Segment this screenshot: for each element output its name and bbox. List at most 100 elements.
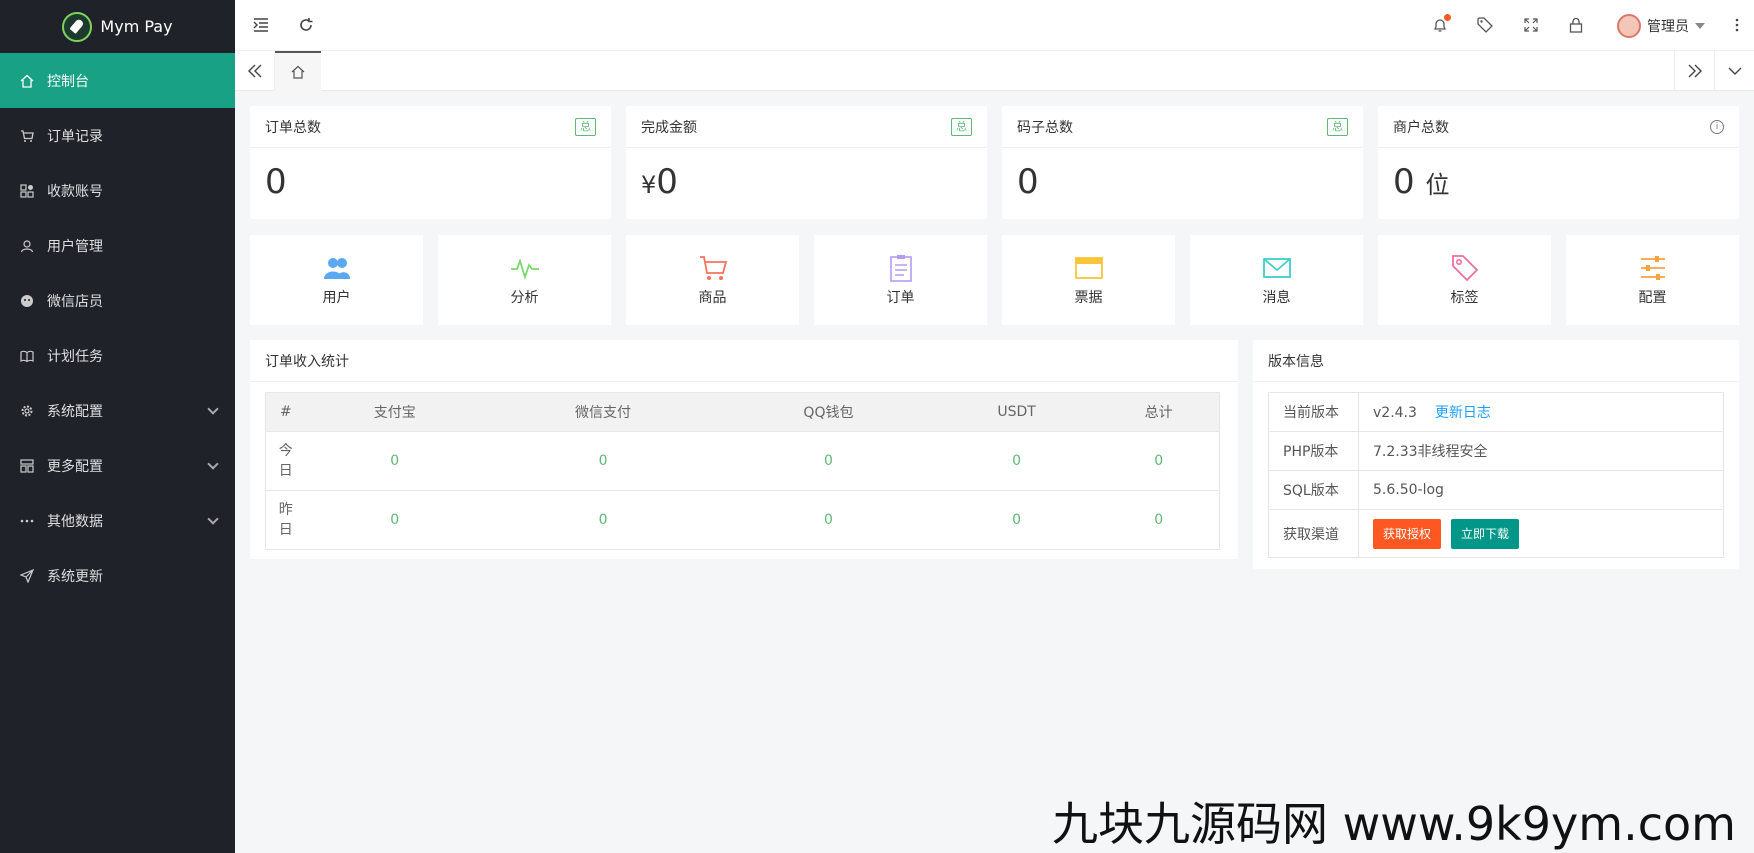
sidebar-item-label: 其他数据	[47, 513, 103, 530]
lock-icon[interactable]	[1567, 16, 1585, 34]
table-row: 获取渠道 获取授权 立即下载	[1268, 509, 1724, 558]
home-icon	[291, 65, 305, 79]
sidebar-item-system-config[interactable]: 系统配置	[0, 383, 235, 438]
shortcut-label: 配置	[1638, 290, 1667, 306]
fullscreen-icon[interactable]	[1522, 16, 1540, 34]
table-header-row: # 支付宝 微信支付 QQ钱包 USDT 总计	[265, 392, 1220, 432]
row-label: 今日	[265, 431, 306, 491]
shortcut-orders[interactable]: 订单	[814, 235, 987, 325]
table-cell: 0	[1098, 431, 1220, 491]
sidebar-item-label: 更多配置	[47, 458, 103, 475]
changelog-link[interactable]: 更新日志	[1435, 405, 1491, 421]
sliders-icon	[1640, 256, 1665, 280]
sidebar-item-tasks[interactable]: 计划任务	[0, 328, 235, 383]
apps-icon	[20, 183, 34, 198]
stat-title: 码子总数	[1017, 119, 1073, 136]
rocket-icon	[62, 11, 93, 42]
sidebar-item-accounts[interactable]: 收款账号	[0, 163, 235, 218]
column-header: QQ钱包	[722, 392, 935, 432]
tab-home[interactable]	[275, 51, 321, 91]
tabs-menu-dropdown-icon[interactable]	[1714, 51, 1754, 91]
cart-icon	[20, 129, 34, 143]
sidebar-item-label: 用户管理	[47, 238, 103, 255]
admin-menu[interactable]: 管理员	[1617, 14, 1705, 38]
sidebar-item-label: 计划任务	[47, 348, 103, 365]
menu-collapse-icon[interactable]	[252, 16, 270, 34]
total-badge: 总	[1327, 117, 1348, 136]
sidebar-item-system-update[interactable]: 系统更新	[0, 548, 235, 603]
stat-value: 0	[1017, 162, 1039, 202]
home-icon	[20, 74, 34, 88]
shortcut-label: 标签	[1450, 290, 1479, 306]
shortcut-label: 票据	[1074, 290, 1103, 306]
tabs-scroll-left-icon[interactable]	[235, 51, 275, 91]
sidebar-item-label: 微信店员	[47, 293, 103, 310]
row-label: 昨日	[265, 490, 306, 550]
sidebar-item-other-data[interactable]: 其他数据	[0, 493, 235, 548]
admin-name: 管理员	[1647, 19, 1689, 35]
sidebar-item-dashboard[interactable]: 控制台	[0, 53, 235, 108]
shortcut-users[interactable]: 用户	[250, 235, 423, 325]
tab-bar	[235, 51, 1754, 91]
sidebar-item-users[interactable]: 用户管理	[0, 218, 235, 273]
table-cell: 0	[305, 490, 485, 550]
panel-title: 版本信息	[1253, 340, 1739, 382]
stat-card-merchants: 商户总数 i 0 位	[1378, 106, 1739, 219]
stat-title: 商户总数	[1393, 119, 1449, 136]
info-icon[interactable]: i	[1710, 119, 1724, 134]
sidebar-item-more-config[interactable]: 更多配置	[0, 438, 235, 493]
shortcut-messages[interactable]: 消息	[1190, 235, 1363, 325]
top-header: 管理员	[235, 0, 1754, 51]
sidebar-item-wechat-staff[interactable]: 微信店员	[0, 273, 235, 328]
column-header: 支付宝	[305, 392, 485, 432]
php-label: PHP版本	[1268, 431, 1359, 471]
chevron-down-icon	[207, 513, 219, 525]
order-income-table: # 支付宝 微信支付 QQ钱包 USDT 总计 今日 0 0 0 0 0 昨日 …	[265, 392, 1220, 550]
stat-card-amount: 完成金额 总 ¥0	[626, 106, 987, 219]
order-income-panel: 订单收入统计 # 支付宝 微信支付 QQ钱包 USDT 总计 今日 0 0 0 …	[250, 340, 1238, 559]
table-cell: 0	[934, 490, 1099, 550]
refresh-icon[interactable]	[297, 16, 315, 34]
sql-label: SQL版本	[1268, 470, 1359, 510]
sidebar-item-label: 系统配置	[47, 403, 103, 420]
shortcut-products[interactable]: 商品	[626, 235, 799, 325]
column-header: 总计	[1098, 392, 1220, 432]
pulse-icon	[510, 258, 539, 280]
table-row: 当前版本 v2.4.3 更新日志	[1268, 392, 1724, 432]
app-logo[interactable]: Mym Pay	[0, 0, 235, 53]
sql-value: 5.6.50-log	[1358, 470, 1724, 510]
shortcut-tickets[interactable]: 票据	[1002, 235, 1175, 325]
notification-dot	[1444, 14, 1451, 21]
stat-card-codes: 码子总数 总 0	[1002, 106, 1363, 219]
clipboard-icon	[889, 255, 912, 282]
user-icon	[20, 239, 34, 253]
total-badge: 总	[951, 117, 972, 136]
version-value: v2.4.3	[1373, 405, 1417, 421]
get-license-button[interactable]: 获取授权	[1373, 518, 1442, 549]
more-vertical-icon[interactable]	[1728, 16, 1746, 34]
shortcut-tags[interactable]: 标签	[1378, 235, 1551, 325]
php-value: 7.2.33非线程安全	[1358, 431, 1724, 471]
app-name: Mym Pay	[100, 17, 173, 36]
shortcut-analysis[interactable]: 分析	[438, 235, 611, 325]
version-table: 当前版本 v2.4.3 更新日志 PHP版本 7.2.33非线程安全 SQL版本 …	[1268, 392, 1724, 558]
table-cell: 0	[305, 431, 485, 491]
bell-icon[interactable]	[1431, 14, 1451, 34]
table-cell: 0	[722, 490, 935, 550]
stat-title: 完成金额	[641, 119, 697, 136]
watermark: 九块九源码网 www.9k9ym.com	[1052, 797, 1736, 851]
tag-icon	[1451, 255, 1478, 282]
download-button[interactable]: 立即下载	[1451, 518, 1520, 549]
avatar	[1617, 14, 1641, 38]
more-icon	[20, 514, 34, 528]
wechat-icon	[20, 294, 34, 308]
chevron-down-icon	[207, 458, 219, 470]
sidebar-item-label: 系统更新	[47, 568, 103, 585]
shortcut-label: 分析	[510, 290, 539, 306]
send-icon	[20, 568, 34, 583]
tabs-scroll-right-icon[interactable]	[1674, 51, 1714, 91]
tag-icon[interactable]	[1476, 16, 1494, 34]
panel-title: 订单收入统计	[250, 340, 1238, 382]
shortcut-config[interactable]: 配置	[1566, 235, 1739, 325]
sidebar-item-orders[interactable]: 订单记录	[0, 108, 235, 163]
